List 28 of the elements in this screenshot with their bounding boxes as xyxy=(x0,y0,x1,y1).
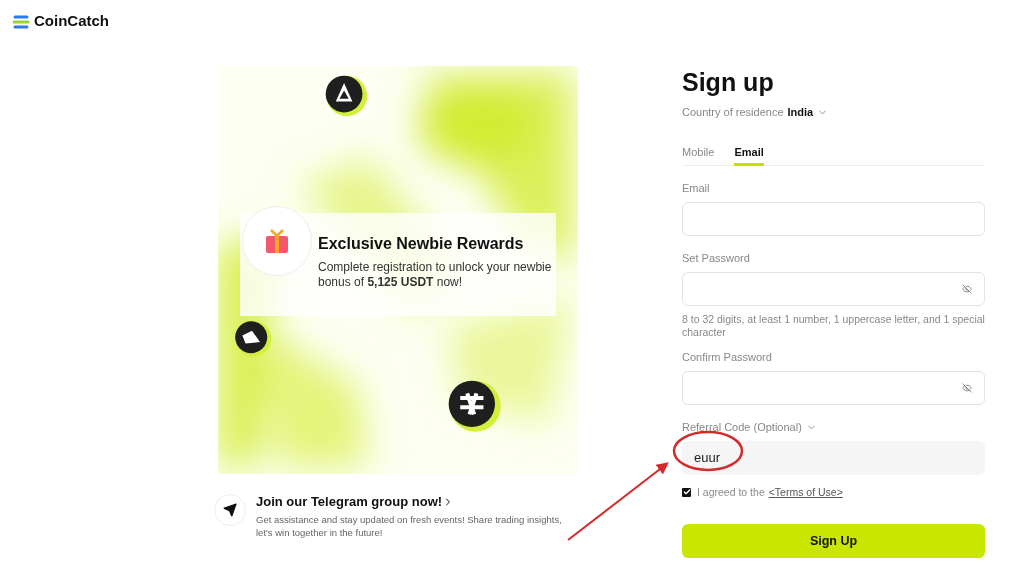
promo-title: Exclusive Newbie Rewards xyxy=(318,234,525,254)
tab[interactable]: Mobile xyxy=(682,142,715,166)
tab[interactable]: Email xyxy=(734,142,764,166)
hide-password-icon[interactable] xyxy=(962,283,972,294)
input-field[interactable] xyxy=(682,370,985,405)
checkbox[interactable] xyxy=(682,487,691,497)
field-label: Confirm Password xyxy=(682,350,772,366)
field-label: Email xyxy=(682,181,710,197)
country-selector[interactable]: India xyxy=(787,104,829,121)
agreement-text: I agreed to the xyxy=(697,484,765,500)
send-icon xyxy=(223,503,237,517)
country-label: Country of residence xyxy=(682,105,784,120)
logo-text[interactable]: CoinCatch xyxy=(34,10,109,33)
field-label: Referral Code (Optional) xyxy=(682,420,802,436)
input-field[interactable] xyxy=(682,271,985,306)
page-title: Sign up xyxy=(682,67,775,98)
password-hint: 8 to 32 digits, at least 1 number, 1 uppercase letter, and 1 special character xyxy=(682,312,985,339)
input-field[interactable]: euur xyxy=(682,440,985,475)
telegram-text: Get assistance and stay updated on fresh events! Share trading insights, let's win together in the future! xyxy=(256,513,563,539)
terms-link[interactable]: <Terms of Use> xyxy=(768,484,843,501)
hide-password-icon[interactable] xyxy=(962,382,972,393)
telegram-link[interactable]: Join our Telegram group now! xyxy=(256,494,443,510)
gift-icon xyxy=(264,228,290,254)
sign-up-button[interactable]: Sign Up xyxy=(682,524,985,559)
logo-icon xyxy=(12,13,30,30)
promo-text: Complete registration to unlock your newbie bonus of 5,125 USDT now! xyxy=(318,260,553,290)
field-label: Set Password xyxy=(682,251,750,267)
input-field[interactable] xyxy=(682,201,985,236)
